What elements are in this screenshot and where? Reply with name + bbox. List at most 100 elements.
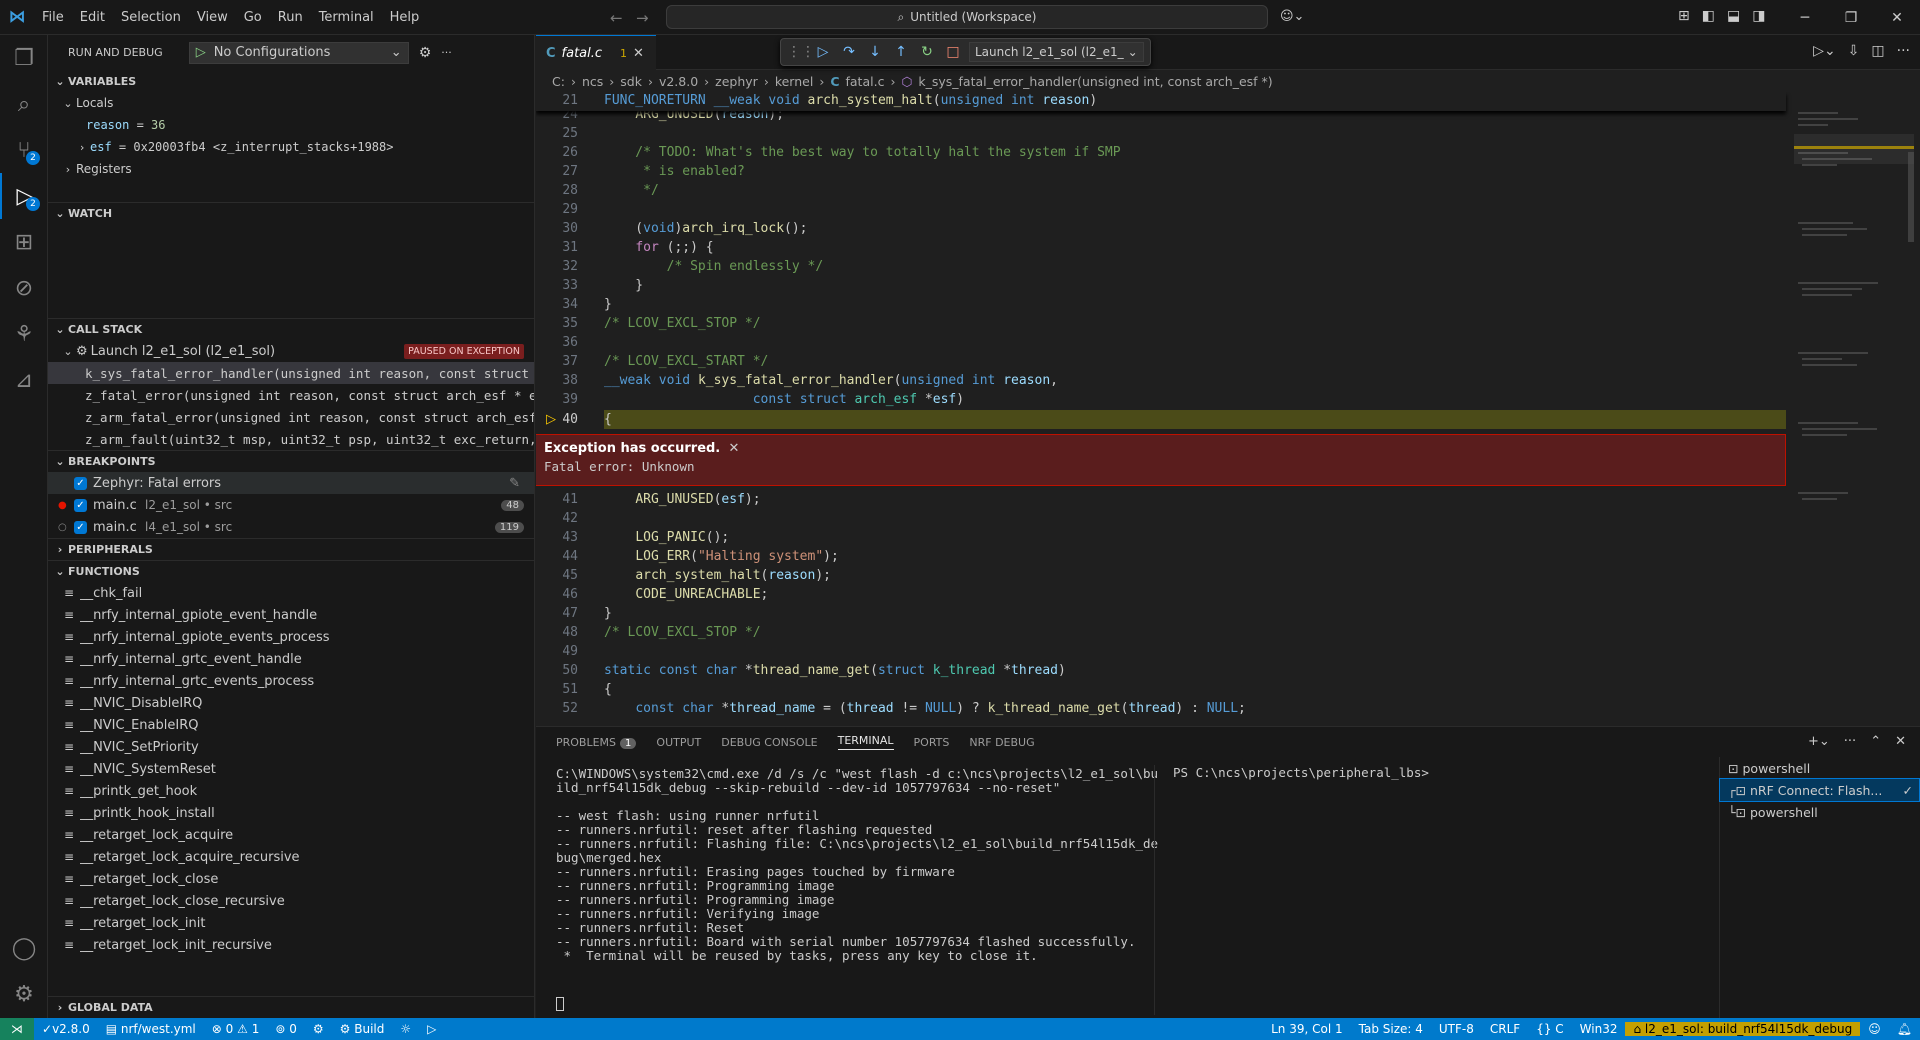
global-data-section-header[interactable]: › GLOBAL DATA bbox=[48, 996, 534, 1018]
step-into-icon[interactable]: ↓ bbox=[865, 44, 885, 60]
remote-icon[interactable]: ⋊ bbox=[0, 1018, 34, 1040]
maximize-panel-icon[interactable]: ⌃ bbox=[1870, 734, 1881, 749]
breakpoints-section-header[interactable]: ⌄ BREAKPOINTS bbox=[48, 450, 534, 472]
checkbox-icon[interactable]: ✓ bbox=[74, 498, 87, 512]
west-manifest[interactable]: ▤ nrf/west.yml bbox=[98, 1022, 204, 1036]
back-arrow-icon[interactable]: ← bbox=[610, 9, 623, 27]
more-actions-icon[interactable]: ··· bbox=[1897, 43, 1910, 59]
account-icon[interactable]: ◯ bbox=[0, 925, 48, 971]
tab-fatal-c[interactable]: C fatal.c 1 ✕ bbox=[536, 35, 656, 70]
function-item[interactable]: ≡ __nrfy_internal_grtc_event_handle bbox=[48, 648, 534, 670]
tab-ports[interactable]: PORTS bbox=[914, 736, 950, 749]
ports-status[interactable]: ⊚ 0 bbox=[267, 1022, 305, 1036]
copilot-status-icon[interactable]: ☺ bbox=[1860, 1022, 1889, 1036]
menu-go[interactable]: Go bbox=[236, 10, 270, 25]
close-panel-icon[interactable]: ✕ bbox=[1895, 734, 1906, 749]
language-mode[interactable]: {} C bbox=[1528, 1022, 1571, 1036]
code-editor[interactable]: 21 FUNC_NORETURN __weak void arch_system… bbox=[536, 92, 1920, 726]
split-editor-icon[interactable]: ◫ bbox=[1871, 43, 1884, 59]
menu-terminal[interactable]: Terminal bbox=[311, 10, 382, 25]
function-item[interactable]: ≡ __NVIC_SystemReset bbox=[48, 758, 534, 780]
extensions-icon[interactable]: ⊞ bbox=[0, 219, 48, 265]
run-debug-icon[interactable]: ▷ 2 bbox=[0, 173, 48, 219]
toggle-sidebar-icon[interactable]: ◧ bbox=[1702, 8, 1715, 24]
step-over-icon[interactable]: ↷ bbox=[839, 44, 859, 60]
variable-reason[interactable]: reason = 36 bbox=[48, 114, 534, 136]
copilot-icon[interactable]: ☺⌄ bbox=[1280, 9, 1304, 24]
stop-icon[interactable]: □ bbox=[943, 44, 963, 60]
function-item[interactable]: ≡ __NVIC_EnableIRQ bbox=[48, 714, 534, 736]
watch-section-header[interactable]: ⌄ WATCH bbox=[48, 202, 534, 224]
stack-frame[interactable]: z_arm_fault(uint32_t msp, uint32_t psp, … bbox=[48, 428, 534, 450]
menu-help[interactable]: Help bbox=[382, 10, 428, 25]
toggle-panel-icon[interactable]: ⬓ bbox=[1727, 8, 1740, 24]
terminal-list-item[interactable]: └⊡ powershell bbox=[1720, 801, 1919, 823]
breadcrumb-item[interactable]: fatal.c bbox=[846, 74, 885, 89]
menu-selection[interactable]: Selection bbox=[113, 10, 189, 25]
function-item[interactable]: ≡ __retarget_lock_init bbox=[48, 912, 534, 934]
platform[interactable]: Win32 bbox=[1572, 1022, 1626, 1036]
tab-nrf-debug[interactable]: NRF DEBUG bbox=[969, 736, 1034, 749]
function-item[interactable]: ≡ __NVIC_SetPriority bbox=[48, 736, 534, 758]
function-item[interactable]: ≡ __nrfy_internal_gpiote_events_process bbox=[48, 626, 534, 648]
notifications-bell-icon[interactable]: 🔔︎ bbox=[1889, 1022, 1920, 1036]
terminal-output[interactable]: C:\WINDOWS\system32\cmd.exe /d /s /c "we… bbox=[556, 765, 1158, 963]
breakpoint-item[interactable]: ○ ✓ main.c l4_e1_sol • src 119 bbox=[48, 516, 534, 538]
stack-frame[interactable]: k_sys_fatal_error_handler(unsigned int r… bbox=[48, 362, 534, 384]
nrf-connect-icon[interactable]: ⊘ bbox=[0, 265, 48, 311]
file-encoding[interactable]: UTF-8 bbox=[1431, 1022, 1482, 1036]
continue-icon[interactable]: ▷ bbox=[813, 44, 833, 60]
problems-status[interactable]: ⊗ 0 ⚠ 1 bbox=[204, 1022, 268, 1036]
minimize-icon[interactable]: ─ bbox=[1782, 0, 1828, 35]
new-terminal-icon[interactable]: +⌄ bbox=[1808, 734, 1830, 749]
command-center[interactable]: ⌕ Untitled (Workspace) bbox=[666, 5, 1268, 29]
restart-icon[interactable]: ↻ bbox=[917, 44, 937, 60]
explorer-icon[interactable]: ❐ bbox=[0, 35, 48, 81]
variables-section-header[interactable]: ⌄ VARIABLES bbox=[48, 70, 534, 92]
menu-file[interactable]: File bbox=[34, 10, 72, 25]
breadcrumb-item[interactable]: sdk bbox=[620, 74, 642, 89]
checkbox-icon[interactable]: ✓ bbox=[74, 520, 87, 534]
variable-esf[interactable]: › esf = 0x20003fb4 <z_interrupt_stacks+19… bbox=[48, 136, 534, 158]
drag-handle-icon[interactable]: ⋮⋮ bbox=[787, 44, 815, 60]
cursor-position[interactable]: Ln 39, Col 1 bbox=[1263, 1022, 1351, 1036]
tab-output[interactable]: OUTPUT bbox=[656, 736, 701, 749]
search-icon[interactable]: ⌕ bbox=[0, 81, 48, 127]
breakpoint-item[interactable]: ● ✓ main.c l2_e1_sol • src 48 bbox=[48, 494, 534, 516]
toggle-secondary-sidebar-icon[interactable]: ◨ bbox=[1752, 8, 1765, 24]
function-item[interactable]: ≡ __printk_get_hook bbox=[48, 780, 534, 802]
step-out-icon[interactable]: ↑ bbox=[891, 44, 911, 60]
terminal-output-split[interactable]: PS C:\ncs\projects\peripheral_lbs> bbox=[1154, 765, 1429, 1015]
build-context[interactable]: ⌂ l2_e1_sol: build_nrf54l15dk_debug bbox=[1625, 1022, 1861, 1036]
terminal-list-item[interactable]: ⊡ powershell bbox=[1720, 757, 1919, 779]
source-control-icon[interactable]: ⑂ 2 bbox=[0, 127, 48, 173]
tab-debug-console[interactable]: DEBUG CONSOLE bbox=[721, 736, 817, 749]
tab-size[interactable]: Tab Size: 4 bbox=[1351, 1022, 1431, 1036]
nrf-terminal-icon[interactable]: ⊿ bbox=[0, 357, 48, 403]
close-icon[interactable]: ✕ bbox=[729, 441, 740, 456]
function-item[interactable]: ≡ __retarget_lock_acquire bbox=[48, 824, 534, 846]
tab-problems[interactable]: PROBLEMS 1 bbox=[556, 736, 637, 749]
settings-gear-icon[interactable]: ⚙ bbox=[0, 971, 48, 1017]
menu-run[interactable]: Run bbox=[270, 10, 311, 25]
menu-edit[interactable]: Edit bbox=[72, 10, 113, 25]
tab-terminal[interactable]: TERMINAL bbox=[837, 734, 894, 750]
breadcrumb-item[interactable]: C: bbox=[552, 74, 565, 89]
sticky-scroll[interactable]: 21 FUNC_NORETURN __weak void arch_system… bbox=[536, 92, 1786, 111]
customize-layout-icon[interactable]: ⊞ bbox=[1678, 8, 1690, 24]
stack-frame[interactable]: z_arm_fatal_error(unsigned int reason, c… bbox=[48, 406, 534, 428]
menu-view[interactable]: View bbox=[189, 10, 236, 25]
debug-button-icon[interactable]: ☼ bbox=[392, 1022, 419, 1036]
start-debug-icon[interactable]: ▷ bbox=[196, 45, 206, 60]
end-of-line[interactable]: CRLF bbox=[1482, 1022, 1528, 1036]
restore-icon[interactable]: ❐ bbox=[1828, 0, 1874, 35]
debug-session-select[interactable]: Launch l2_e1_sol (l2_e1_ ⌄ bbox=[969, 42, 1144, 62]
close-icon[interactable]: ✕ bbox=[633, 46, 644, 61]
stack-frame[interactable]: z_fatal_error(unsigned int reason, const… bbox=[48, 384, 534, 406]
function-item[interactable]: ≡ __nrfy_internal_gpiote_event_handle bbox=[48, 604, 534, 626]
run-button-icon[interactable]: ▷ bbox=[419, 1022, 444, 1036]
function-item[interactable]: ≡ __retarget_lock_close bbox=[48, 868, 534, 890]
checkbox-icon[interactable]: ✓ bbox=[74, 476, 87, 490]
function-item[interactable]: ≡ __nrfy_internal_grtc_events_process bbox=[48, 670, 534, 692]
peripherals-section-header[interactable]: › PERIPHERALS bbox=[48, 538, 534, 560]
